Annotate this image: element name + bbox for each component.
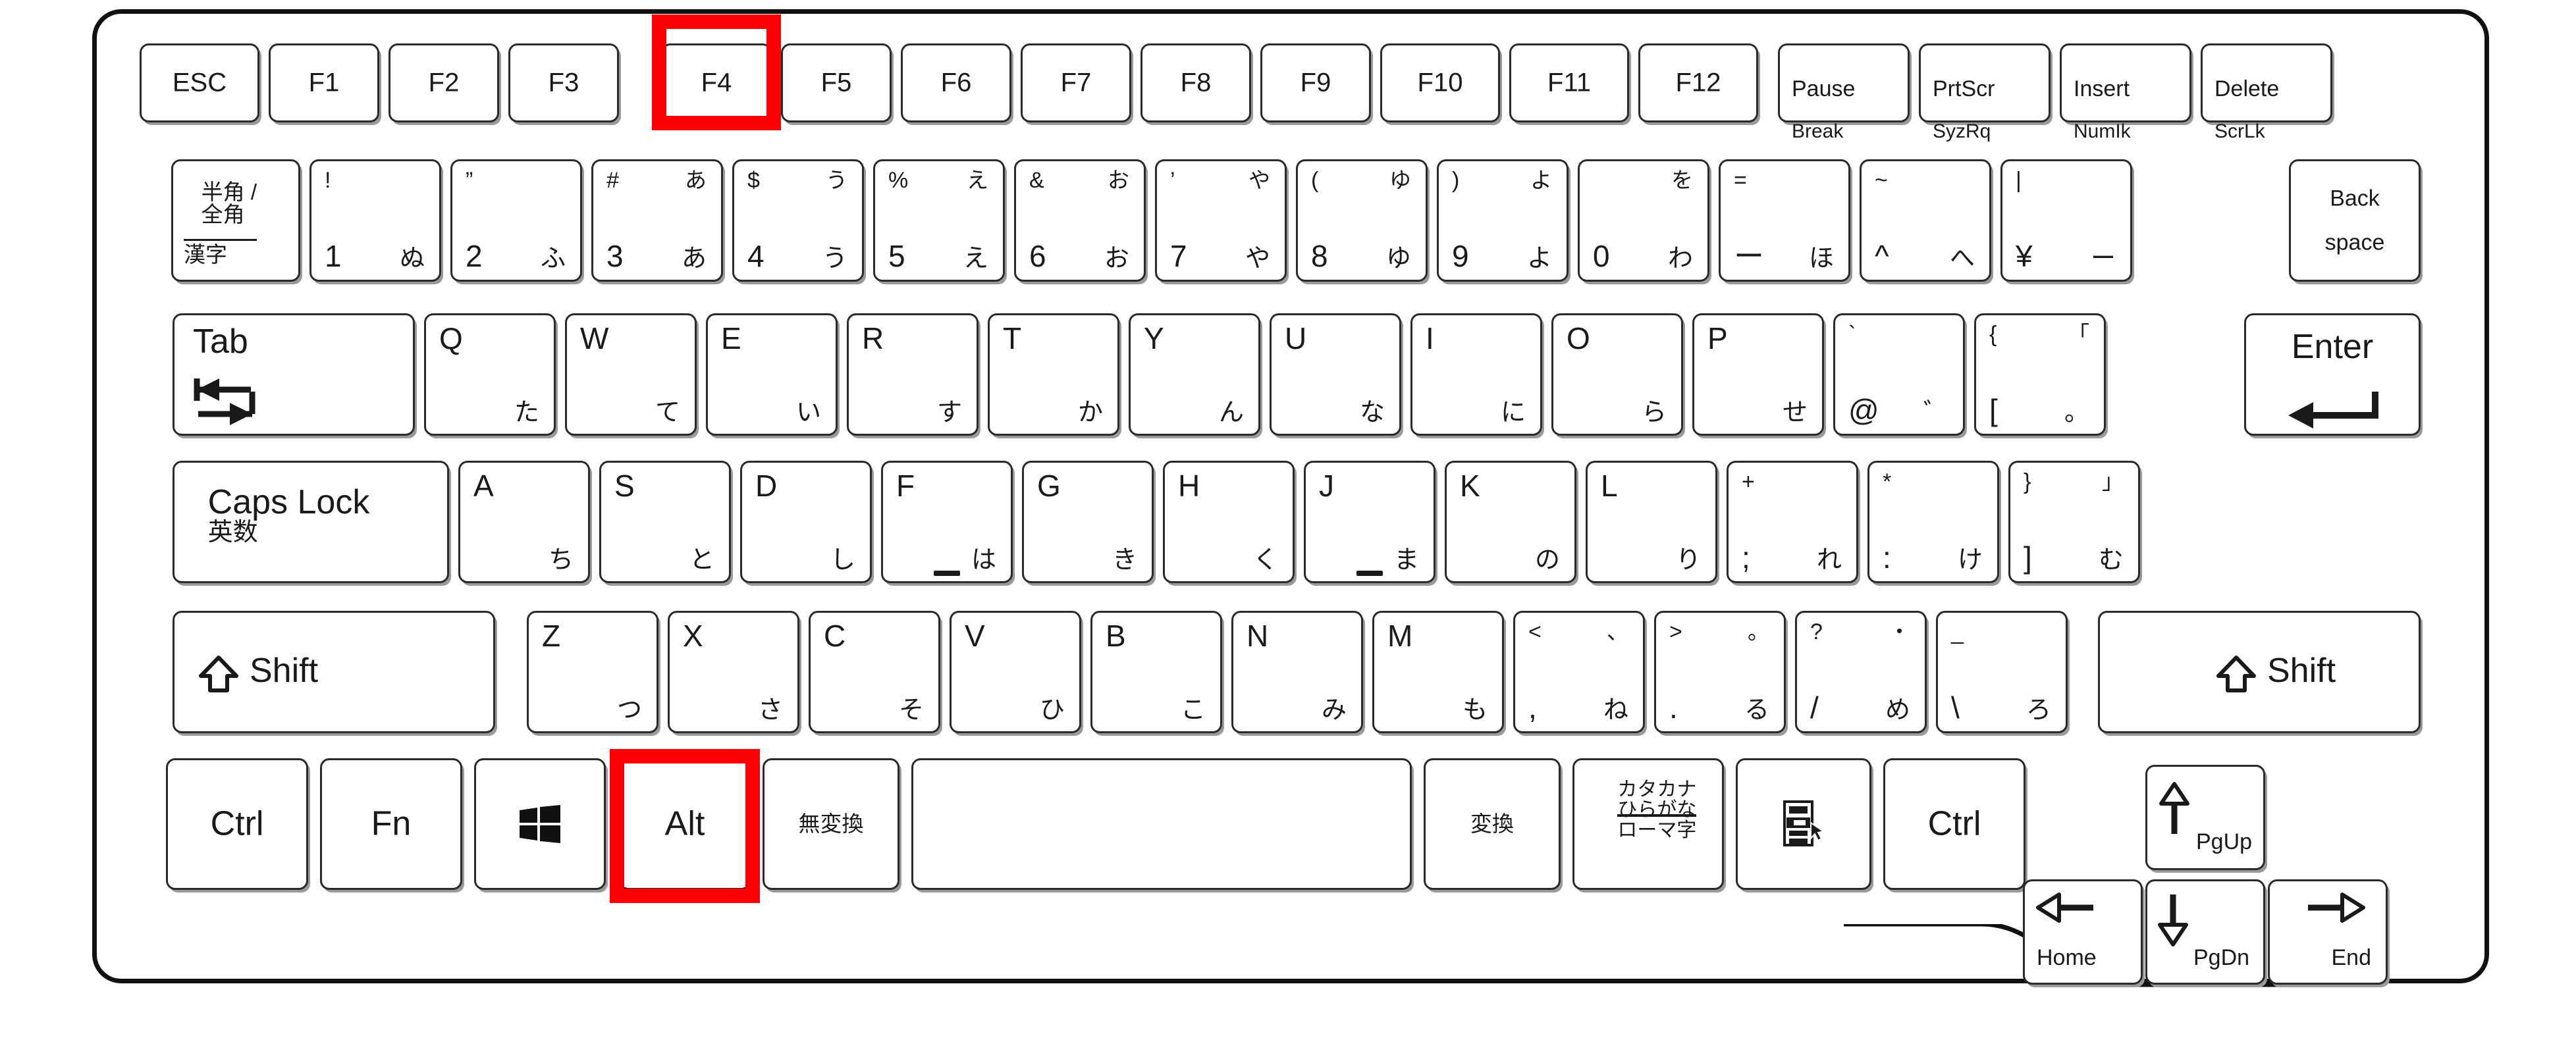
key-backspace[interactable]: Back space — [2289, 159, 2421, 282]
homing-bar-j-icon — [1356, 571, 1383, 576]
key-hankaku-zenkaku[interactable]: 半角 / 全角 漢字 — [171, 159, 300, 282]
key-z[interactable]: Z つ — [527, 611, 658, 733]
key-k[interactable]: K の — [1445, 461, 1576, 583]
key-left-alt[interactable]: Alt — [619, 758, 751, 890]
key-8[interactable]: ( ゆ 8 ゆ — [1296, 159, 1428, 282]
key-v[interactable]: V ひ — [950, 611, 1081, 733]
key-g[interactable]: G き — [1022, 461, 1154, 583]
key-q[interactable]: Q た — [424, 313, 556, 436]
key-c[interactable]: C そ — [809, 611, 940, 733]
key-t[interactable]: T か — [988, 313, 1119, 436]
key-s[interactable]: S と — [599, 461, 731, 583]
key-f5[interactable]: F5 — [781, 43, 892, 122]
key-f[interactable]: F は — [881, 461, 1013, 583]
key-at[interactable]: ` @ ゛ — [1833, 313, 1965, 436]
key-f1[interactable]: F1 — [269, 43, 379, 122]
arrow-left-icon — [2034, 891, 2097, 928]
key-tab[interactable]: Tab — [173, 313, 415, 436]
key-insert[interactable]: Insert NumIk — [2060, 43, 2191, 142]
windows-logo-icon — [520, 805, 560, 843]
arrow-right-icon — [2304, 891, 2367, 928]
key-e[interactable]: E い — [706, 313, 838, 436]
key-bracket-left[interactable]: { 「 [ 。 — [1974, 313, 2106, 436]
key-6[interactable]: & お 6 お — [1014, 159, 1146, 282]
key-minus[interactable]: = ー ほ — [1719, 159, 1850, 282]
shift-arrow-icon — [2216, 654, 2257, 698]
key-prtscr[interactable]: PrtScr SyzRq — [1919, 43, 2051, 142]
key-esc[interactable]: ESC — [140, 43, 259, 122]
key-n[interactable]: N み — [1231, 611, 1363, 733]
key-right-ctrl[interactable]: Ctrl — [1883, 758, 2026, 890]
key-1[interactable]: ! 1 ぬ — [309, 159, 441, 282]
key-muhenkan[interactable]: 無変換 — [763, 758, 899, 890]
key-left-shift[interactable]: Shift — [173, 611, 495, 733]
key-caret[interactable]: ~ ^ へ — [1860, 159, 1991, 282]
key-slash[interactable]: ? ・ / め — [1795, 611, 1927, 733]
key-fn[interactable]: Fn — [320, 758, 462, 890]
key-5[interactable]: % え 5 え — [873, 159, 1005, 282]
key-caps-lock[interactable]: Caps Lock 英数 — [173, 461, 449, 583]
key-yen[interactable]: | ¥ ー — [2000, 159, 2132, 282]
key-y[interactable]: Y ん — [1129, 313, 1260, 436]
key-w[interactable]: W て — [565, 313, 697, 436]
key-bracket-right[interactable]: } 」 ] む — [2008, 461, 2140, 583]
tab-arrows-icon — [190, 375, 309, 433]
context-menu-icon — [1782, 800, 1825, 848]
key-p[interactable]: P せ — [1692, 313, 1824, 436]
key-f2[interactable]: F2 — [389, 43, 499, 122]
key-arrow-down[interactable]: PgDn — [2145, 879, 2265, 985]
key-b[interactable]: B こ — [1090, 611, 1222, 733]
key-a[interactable]: A ち — [458, 461, 590, 583]
key-f8[interactable]: F8 — [1140, 43, 1251, 122]
key-arrow-up[interactable]: PgUp — [2145, 765, 2265, 870]
key-4[interactable]: $ う 4 う — [732, 159, 864, 282]
key-enter[interactable]: Enter — [2244, 313, 2421, 436]
key-f4[interactable]: F4 — [661, 43, 772, 122]
key-f12[interactable]: F12 — [1638, 43, 1758, 122]
key-h[interactable]: H く — [1163, 461, 1295, 583]
key-pause[interactable]: Pause Break — [1778, 43, 1910, 142]
key-o[interactable]: O ら — [1551, 313, 1683, 436]
key-space[interactable] — [911, 758, 1412, 890]
key-henkan[interactable]: 変換 — [1424, 758, 1561, 890]
key-m[interactable]: M も — [1372, 611, 1504, 733]
homing-bar-f-icon — [934, 571, 960, 576]
key-f11[interactable]: F11 — [1509, 43, 1629, 122]
key-j[interactable]: J ま — [1304, 461, 1436, 583]
key-left-ctrl[interactable]: Ctrl — [166, 758, 308, 890]
key-u[interactable]: U な — [1270, 313, 1401, 436]
key-d[interactable]: D し — [740, 461, 872, 583]
arrow-down-icon — [2157, 891, 2189, 950]
key-colon[interactable]: * : け — [1867, 461, 1999, 583]
key-comma[interactable]: < 、 , ね — [1513, 611, 1645, 733]
key-backslash[interactable]: _ \ ろ — [1936, 611, 2068, 733]
key-9[interactable]: ) よ 9 よ — [1437, 159, 1569, 282]
key-arrow-left[interactable]: Home — [2023, 879, 2143, 985]
key-katakana-hiragana-romaji[interactable]: カタカナ ひらがな ローマ字 — [1572, 758, 1724, 890]
key-f6[interactable]: F6 — [901, 43, 1011, 122]
key-f9[interactable]: F9 — [1260, 43, 1371, 122]
key-right-shift[interactable]: Shift — [2098, 611, 2421, 733]
key-l[interactable]: L り — [1586, 461, 1717, 583]
key-x[interactable]: X さ — [668, 611, 799, 733]
key-arrow-right[interactable]: End — [2268, 879, 2388, 985]
key-period[interactable]: > 。 . る — [1654, 611, 1786, 733]
key-r[interactable]: R す — [847, 313, 979, 436]
key-2[interactable]: ” 2 ふ — [450, 159, 582, 282]
shift-arrow-icon — [198, 654, 239, 698]
key-delete[interactable]: Delete ScrLk — [2201, 43, 2332, 142]
keyboard-diagram: ESC F1 F2 F3 F4 F5 F6 F7 F8 F9 F10 F11 F… — [0, 0, 2576, 1061]
key-0[interactable]: を 0 わ — [1578, 159, 1709, 282]
key-windows[interactable] — [474, 758, 606, 890]
key-f3[interactable]: F3 — [508, 43, 619, 122]
enter-arrow-icon — [2283, 388, 2388, 433]
arrow-up-icon — [2158, 781, 2191, 841]
key-3[interactable]: # あ 3 あ — [591, 159, 723, 282]
key-semicolon[interactable]: + ; れ — [1727, 461, 1858, 583]
key-context-menu[interactable] — [1736, 758, 1871, 890]
key-f7[interactable]: F7 — [1021, 43, 1131, 122]
key-i[interactable]: I に — [1410, 313, 1542, 436]
key-7[interactable]: ’ や 7 や — [1155, 159, 1287, 282]
key-f10[interactable]: F10 — [1380, 43, 1500, 122]
